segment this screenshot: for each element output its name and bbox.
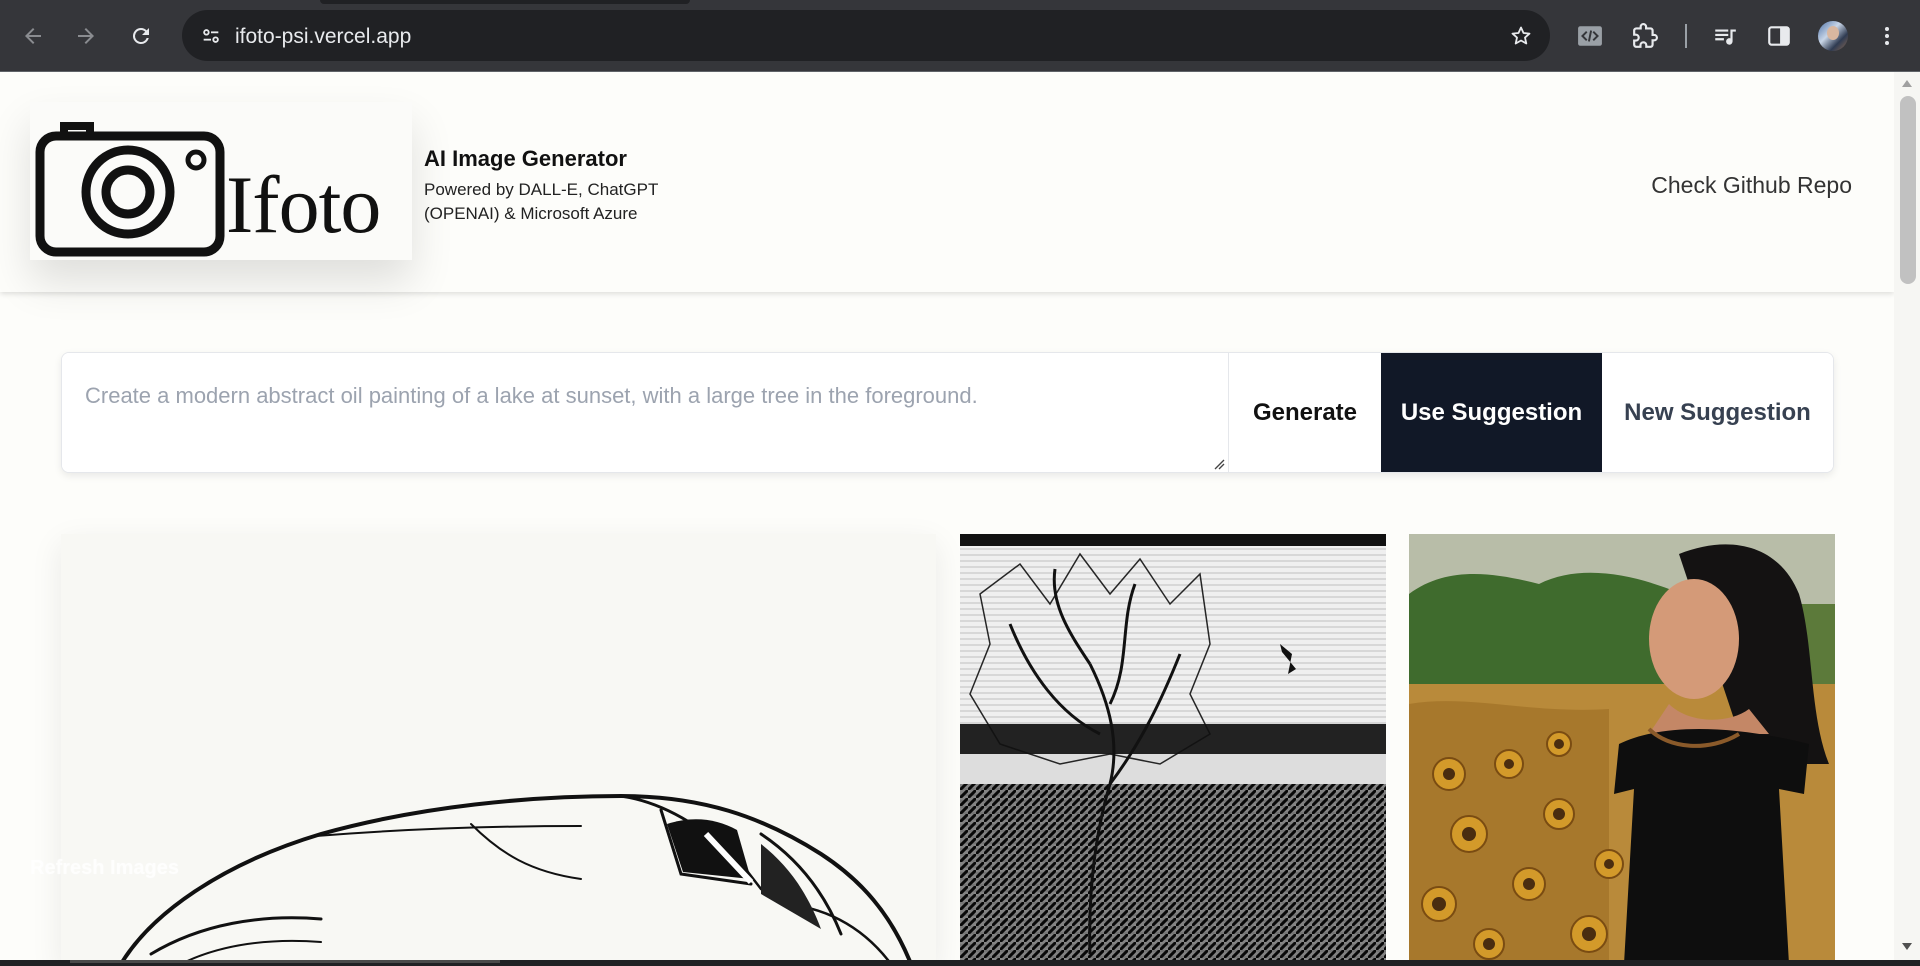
gallery-image-tree-ink[interactable] [960,534,1386,960]
taskbar-edge [0,960,1920,966]
puzzle-icon [1633,23,1658,48]
reload-icon [132,27,149,44]
toolbar-separator [1685,24,1687,48]
scroll-thumb[interactable] [1900,96,1916,284]
refresh-images-label[interactable]: Refresh Images [30,857,179,880]
tree-ink-image [960,534,1386,960]
logo[interactable]: Ifoto [30,102,412,260]
browser-toolbar: ifoto-psi.vercel.app [0,0,1920,72]
woman-sunflowers-image [1409,534,1835,960]
devtools-extension-button[interactable] [1573,19,1607,53]
logo-text: Ifoto [226,159,381,250]
resize-handle-icon[interactable] [1213,458,1225,470]
camera-icon [35,122,225,257]
prompt-form: Generate Use Suggestion New Suggestion [61,352,1834,473]
arrow-right-icon [78,28,94,44]
side-panel-button[interactable] [1762,19,1796,53]
taskbar-edge-segment [70,960,500,963]
gallery-image-car-sketch[interactable] [61,534,936,960]
bookmark-button[interactable] [1506,21,1536,51]
profile-avatar[interactable] [1818,21,1848,51]
menu-button[interactable] [1870,19,1904,53]
code-icon [1578,26,1602,46]
generate-button[interactable]: Generate [1228,353,1381,472]
prompt-input[interactable] [62,353,1228,472]
kebab-menu-icon [1885,27,1889,45]
side-panel-icon [1768,26,1790,46]
reload-button[interactable] [124,19,158,53]
page-scrollbar[interactable] [1894,72,1920,960]
arrow-left-icon [25,28,41,44]
queue-music-icon [1715,29,1736,45]
forward-button[interactable] [69,19,103,53]
use-suggestion-button[interactable]: Use Suggestion [1381,353,1602,472]
back-button[interactable] [16,19,50,53]
new-suggestion-button[interactable]: New Suggestion [1602,353,1833,472]
scroll-down-arrow-icon[interactable] [1902,943,1912,950]
gallery-image-woman-sunflowers[interactable] [1409,534,1835,960]
url-text: ifoto-psi.vercel.app [235,25,412,48]
car-sketch-image [61,534,936,960]
star-icon [1511,26,1531,45]
github-repo-link[interactable]: Check Github Repo [1651,172,1852,199]
address-bar[interactable]: ifoto-psi.vercel.app [182,10,1550,61]
page-subtitle: Powered by DALL-E, ChatGPT (OPENAI) & Mi… [424,180,659,223]
scroll-up-arrow-icon[interactable] [1902,80,1912,87]
tab-strip [320,0,690,4]
site-header: Ifoto AI Image Generator Powered by DALL… [0,72,1894,292]
tune-icon [203,29,219,43]
extensions-button[interactable] [1628,19,1662,53]
media-control-button[interactable] [1708,19,1742,53]
site-info-button[interactable] [194,19,228,53]
page-title: AI Image Generator [424,146,627,171]
page-viewport: Ifoto AI Image Generator Powered by DALL… [0,72,1920,960]
